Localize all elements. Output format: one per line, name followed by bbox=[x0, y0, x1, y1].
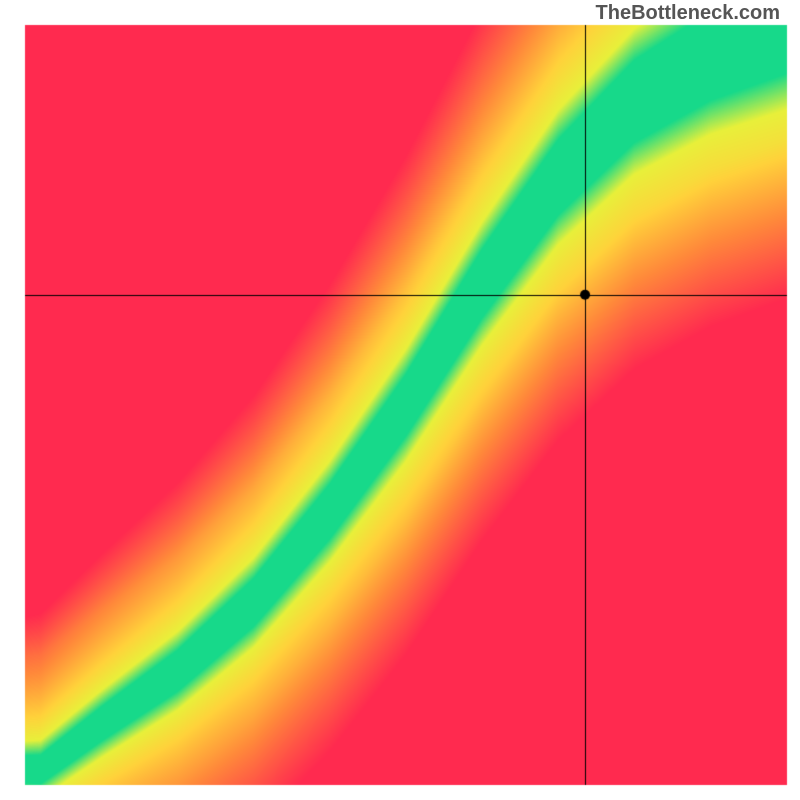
watermark-text: TheBottleneck.com bbox=[596, 2, 780, 25]
chart-container: TheBottleneck.com bbox=[0, 0, 800, 800]
bottleneck-heatmap-canvas bbox=[0, 0, 800, 800]
